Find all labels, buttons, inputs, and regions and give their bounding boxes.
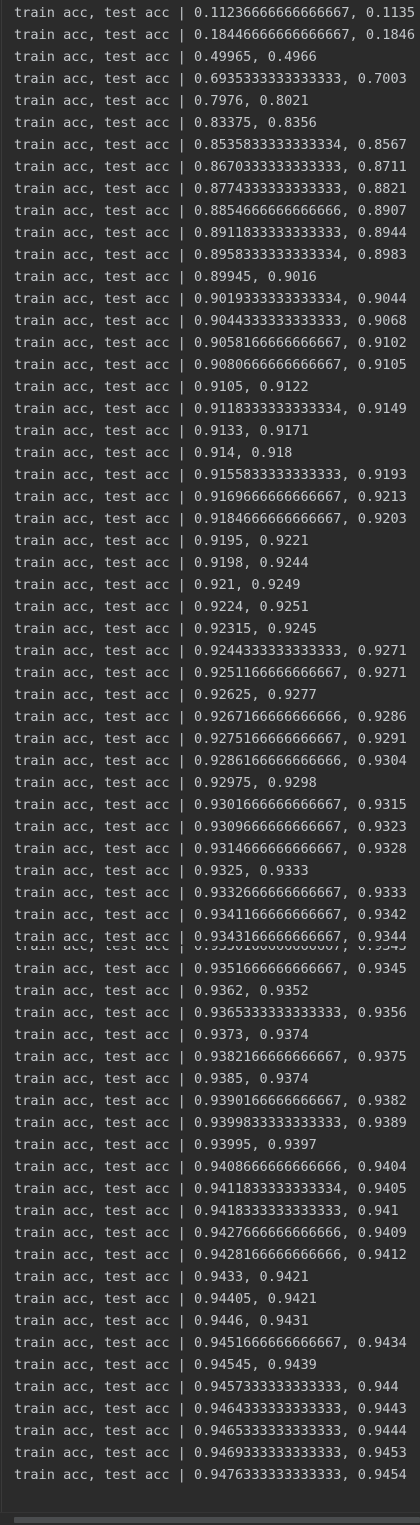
console-output-panel: train acc, test acc | 0.1123666666666666… — [0, 0, 420, 1525]
console-line: train acc, test acc | 0.9332666666666667… — [14, 885, 407, 901]
console-line: train acc, test acc | 0.9399833333333333… — [14, 1115, 407, 1131]
console-line: train acc, test acc | 0.9418333333333333… — [14, 1203, 399, 1219]
console-line: train acc, test acc | 0.9476333333333333… — [14, 1467, 407, 1483]
console-line: train acc, test acc | 0.9309666666666667… — [14, 819, 407, 835]
console-line: train acc, test acc | 0.1123666666666666… — [14, 5, 416, 21]
console-line: train acc, test acc | 0.9351666666666667… — [14, 961, 407, 977]
console-line: train acc, test acc | 0.94545, 0.9439 — [14, 1357, 317, 1373]
console-line: train acc, test acc | 0.9427666666666666… — [14, 1225, 407, 1241]
console-line: train acc, test acc | 0.9267166666666666… — [14, 709, 407, 725]
console-line: train acc, test acc | 0.9314666666666667… — [14, 841, 407, 857]
console-line: train acc, test acc | 0.9451666666666667… — [14, 1335, 407, 1351]
console-line: train acc, test acc | 0.9198, 0.9244 — [14, 555, 309, 571]
gutter-divider — [1, 0, 2, 1525]
console-line: train acc, test acc | 0.914, 0.918 — [14, 445, 293, 461]
console-line: train acc, test acc | 0.9446, 0.9431 — [14, 1313, 309, 1329]
horizontal-scrollbar[interactable] — [0, 1512, 420, 1525]
console-line: train acc, test acc | 0.9080666666666667… — [14, 357, 407, 373]
console-line: train acc, test acc | 0.9184666666666667… — [14, 511, 407, 527]
console-line: train acc, test acc | 0.9275166666666667… — [14, 731, 407, 747]
console-line: train acc, test acc | 0.9390166666666667… — [14, 1093, 407, 1109]
console-line: train acc, test acc | 0.9019333333333334… — [14, 291, 407, 307]
console-line: train acc, test acc | 0.94405, 0.9421 — [14, 1291, 317, 1307]
console-line: train acc, test acc | 0.9169666666666667… — [14, 489, 407, 505]
console-line: train acc, test acc | 0.6935333333333333… — [14, 71, 407, 87]
console-line: train acc, test acc | 0.8774333333333333… — [14, 181, 407, 197]
console-line: train acc, test acc | 0.9195, 0.9221 — [14, 533, 309, 549]
console-line: train acc, test acc | 0.9244333333333333… — [14, 643, 407, 659]
console-line: train acc, test acc | 0.9428166666666666… — [14, 1247, 407, 1263]
console-line: train acc, test acc | 0.9457333333333333… — [14, 1379, 399, 1395]
console-line: train acc, test acc | 0.1844666666666666… — [14, 27, 416, 43]
console-line: train acc, test acc | 0.9343166666666667… — [14, 929, 407, 945]
console-line: train acc, test acc | 0.9155833333333333… — [14, 467, 407, 483]
console-line: train acc, test acc | 0.7976, 0.8021 — [14, 93, 309, 109]
console-line: train acc, test acc | 0.9286166666666666… — [14, 753, 407, 769]
console-line: train acc, test acc | 0.9411833333333334… — [14, 1181, 407, 1197]
console-line: train acc, test acc | 0.8854666666666666… — [14, 203, 407, 219]
console-line: train acc, test acc | 0.83375, 0.8356 — [14, 115, 317, 131]
console-line: train acc, test acc | 0.8911833333333333… — [14, 225, 407, 241]
console-line: train acc, test acc | 0.9224, 0.9251 — [14, 599, 309, 615]
console-line: train acc, test acc | 0.9465333333333333… — [14, 1423, 407, 1439]
console-line: train acc, test acc | 0.9044333333333333… — [14, 313, 407, 329]
console-line: train acc, test acc | 0.9058166666666667… — [14, 335, 407, 351]
console-line: train acc, test acc | 0.9469333333333333… — [14, 1445, 407, 1461]
console-line: train acc, test acc | 0.8958333333333334… — [14, 247, 407, 263]
horizontal-scrollbar-thumb[interactable] — [14, 1517, 420, 1523]
console-line: train acc, test acc | 0.9362, 0.9352 — [14, 983, 309, 999]
console-line: train acc, test acc | 0.9105, 0.9122 — [14, 379, 309, 395]
console-line-partial: train acc, test acc | 0.9350166666666667… — [14, 946, 407, 954]
console-line: train acc, test acc | 0.8670333333333333… — [14, 159, 407, 175]
console-line: train acc, test acc | 0.9382166666666667… — [14, 1049, 407, 1065]
console-line: train acc, test acc | 0.9301666666666667… — [14, 797, 407, 813]
console-line: train acc, test acc | 0.9118333333333334… — [14, 401, 407, 417]
console-line: train acc, test acc | 0.8535833333333334… — [14, 137, 407, 153]
console-line: train acc, test acc | 0.9133, 0.9171 — [14, 423, 309, 439]
console-line: train acc, test acc | 0.9325, 0.9333 — [14, 863, 309, 879]
console-line: train acc, test acc | 0.92625, 0.9277 — [14, 687, 317, 703]
console-line: train acc, test acc | 0.9365333333333333… — [14, 1005, 407, 1021]
console-line: train acc, test acc | 0.9464333333333333… — [14, 1401, 407, 1417]
console-log-lower: train acc, test acc | 0.9351666666666667… — [14, 958, 418, 1486]
console-line: train acc, test acc | 0.49965, 0.4966 — [14, 49, 317, 65]
console-line: train acc, test acc | 0.92975, 0.9298 — [14, 775, 317, 791]
console-line: train acc, test acc | 0.9408666666666666… — [14, 1159, 407, 1175]
console-line: train acc, test acc | 0.93995, 0.9397 — [14, 1137, 317, 1153]
console-line: train acc, test acc | 0.9251166666666667… — [14, 665, 407, 681]
console-line: train acc, test acc | 0.9341166666666667… — [14, 907, 407, 923]
console-line: train acc, test acc | 0.921, 0.9249 — [14, 577, 301, 593]
console-line: train acc, test acc | 0.9373, 0.9374 — [14, 1027, 309, 1043]
console-line: train acc, test acc | 0.9433, 0.9421 — [14, 1269, 309, 1285]
console-line: train acc, test acc | 0.89945, 0.9016 — [14, 269, 317, 285]
console-partial-line-clip: train acc, test acc | 0.9350166666666667… — [14, 946, 418, 958]
console-line: train acc, test acc | 0.92315, 0.9245 — [14, 621, 317, 637]
console-line: train acc, test acc | 0.9385, 0.9374 — [14, 1071, 309, 1087]
console-log-upper: train acc, test acc | 0.1123666666666666… — [14, 2, 418, 948]
